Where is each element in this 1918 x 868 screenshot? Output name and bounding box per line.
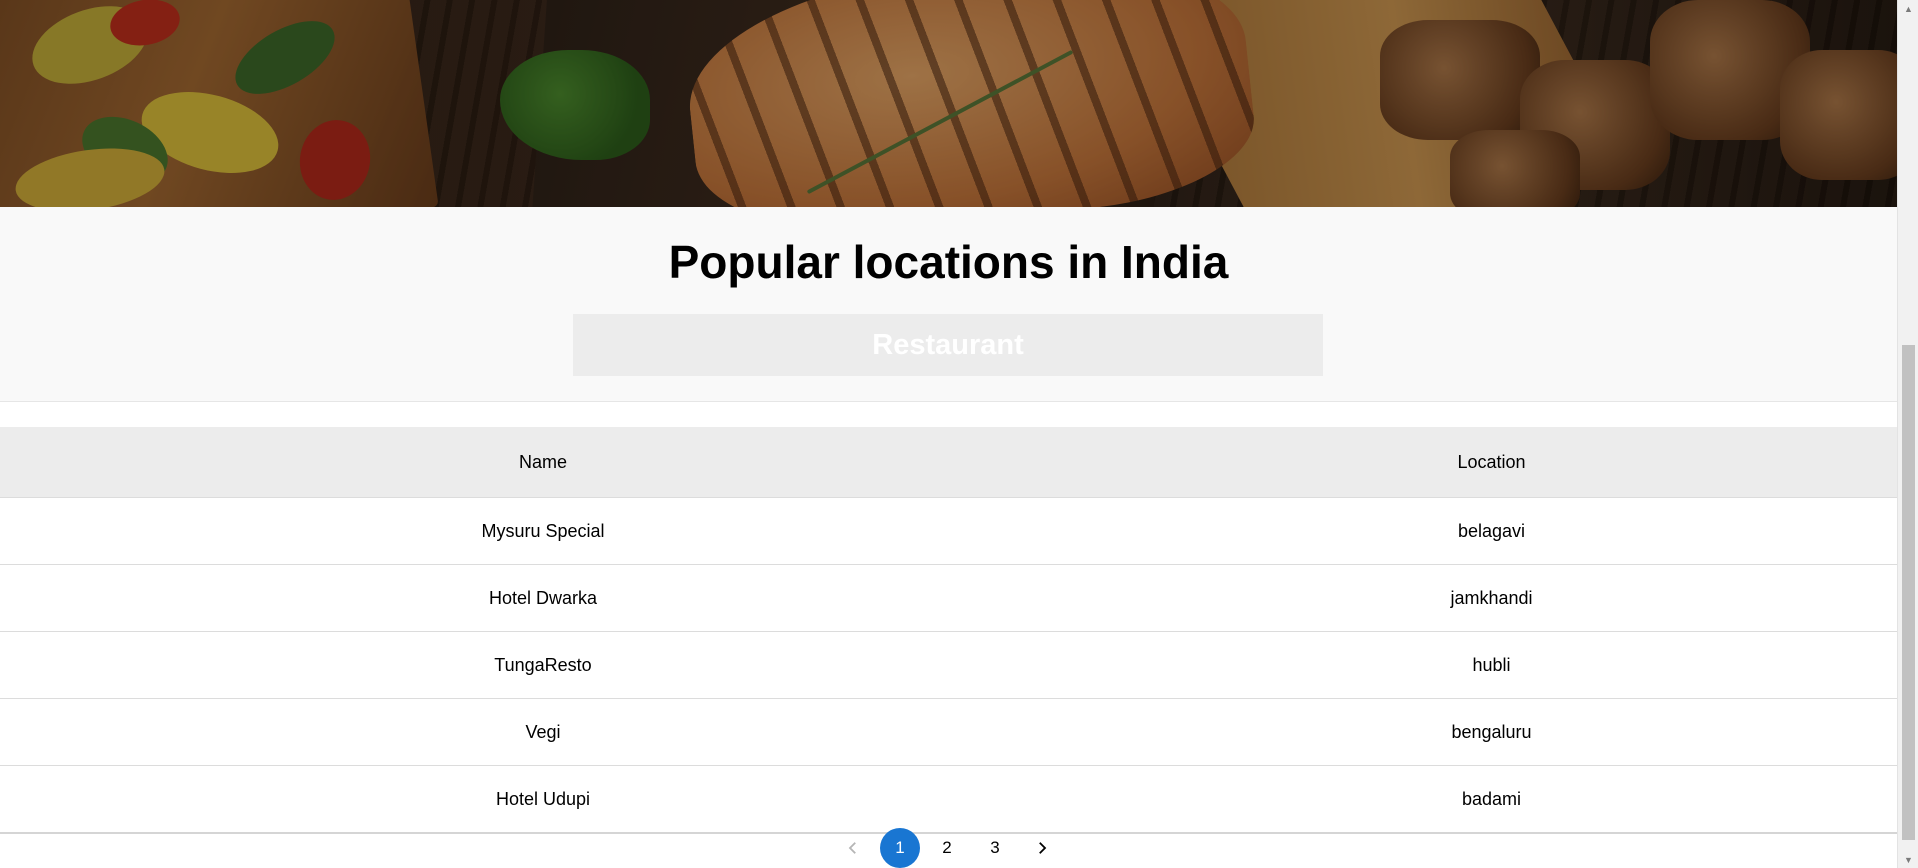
restaurant-name-cell: Mysuru Special [481, 520, 605, 541]
scroll-down-arrow-icon[interactable]: ▼ [1898, 851, 1918, 868]
scroll-up-arrow-icon[interactable]: ▲ [1898, 0, 1918, 17]
chevron-right-icon [1039, 842, 1047, 854]
hero-overlay [0, 0, 1897, 207]
table-header-row: Name Location [0, 427, 1897, 498]
restaurant-name-cell: TungaResto [494, 654, 592, 675]
restaurant-location-cell: belagavi [1457, 520, 1526, 541]
page-button-3[interactable]: 3 [975, 828, 1015, 868]
category-button[interactable]: Restaurant [573, 314, 1323, 376]
page-content: Popular locations in India Restaurant Na… [0, 0, 1897, 868]
hero-banner [0, 0, 1897, 207]
restaurant-name-cell: Hotel Udupi [495, 788, 591, 809]
previous-page-button[interactable] [833, 828, 873, 868]
pagination: 1 2 3 [0, 828, 1897, 868]
chevron-left-icon [848, 842, 856, 854]
table-row[interactable]: Mysuru Special belagavi [0, 498, 1897, 565]
restaurant-name-cell: Vegi [525, 721, 561, 742]
page-scrollbar[interactable]: ▲ ▼ [1897, 0, 1918, 868]
restaurant-name-cell: Hotel Dwarka [488, 587, 598, 608]
restaurants-table: Name Location Mysuru Special belagavi Ho… [0, 427, 1897, 834]
page-button-2[interactable]: 2 [927, 828, 967, 868]
table-row[interactable]: TungaResto hubli [0, 632, 1897, 699]
restaurant-location-cell: badami [1461, 788, 1522, 809]
column-header-location[interactable]: Location [1086, 427, 1897, 497]
table-row[interactable]: Hotel Udupi badami [0, 766, 1897, 834]
scrollbar-thumb[interactable] [1902, 345, 1915, 840]
title-section: Popular locations in India Restaurant [0, 207, 1897, 402]
table-row[interactable]: Hotel Dwarka jamkhandi [0, 565, 1897, 632]
page-title: Popular locations in India [668, 236, 1229, 288]
restaurant-location-cell: bengaluru [1451, 721, 1532, 742]
restaurant-location-cell: hubli [1472, 654, 1511, 675]
table-row[interactable]: Vegi bengaluru [0, 699, 1897, 766]
page: Popular locations in India Restaurant Na… [0, 0, 1918, 868]
next-page-button[interactable] [1022, 828, 1062, 868]
page-button-1[interactable]: 1 [880, 828, 920, 868]
restaurant-location-cell: jamkhandi [1450, 587, 1533, 608]
column-header-name[interactable]: Name [0, 427, 1086, 497]
